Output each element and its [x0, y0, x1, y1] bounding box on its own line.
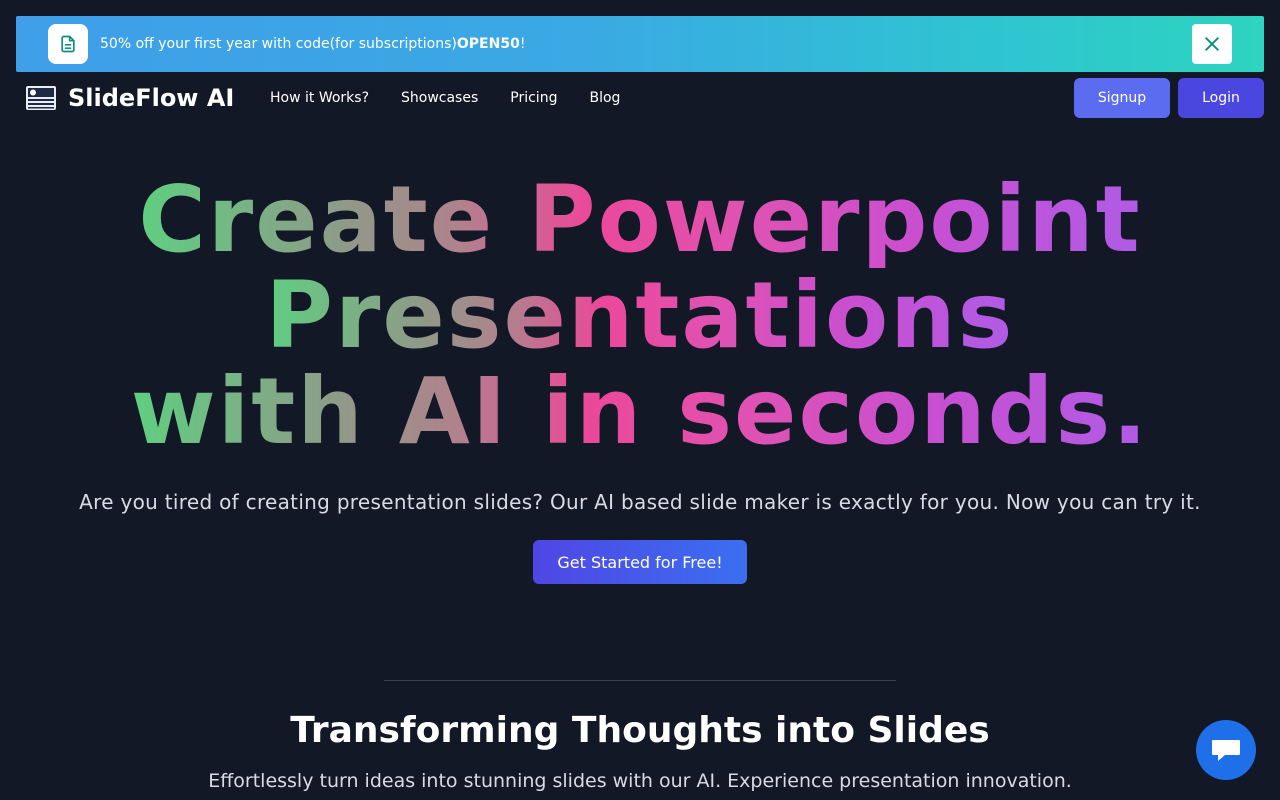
page: 50% off your first year with code(for su… [0, 0, 1280, 800]
nav-how-it-works[interactable]: How it Works? [270, 90, 369, 106]
hero-title-line-1: Create Powerpoint [138, 166, 1142, 273]
section-divider [384, 680, 896, 681]
signup-button[interactable]: Signup [1074, 78, 1170, 118]
nav-blog[interactable]: Blog [589, 90, 620, 106]
slides-logo-icon [26, 86, 56, 110]
promo-suffix: ! [519, 36, 526, 52]
promo-banner: 50% off your first year with code(for su… [16, 16, 1264, 72]
get-started-button[interactable]: Get Started for Free! [533, 540, 747, 584]
nav-showcases[interactable]: Showcases [401, 90, 478, 106]
promo-code: OPEN50 [456, 36, 520, 52]
nav-pricing[interactable]: Pricing [510, 90, 557, 106]
hero-subtitle: Are you tired of creating presentation s… [79, 490, 1201, 514]
hero-title: Create Powerpoint Presentations with AI … [0, 172, 1280, 460]
chat-icon [1212, 740, 1240, 761]
close-banner-button[interactable] [1192, 24, 1232, 64]
brand-link[interactable]: SlideFlow AI [26, 78, 234, 118]
main-nav: How it Works? Showcases Pricing Blog [270, 78, 620, 118]
section-title: Transforming Thoughts into Slides [290, 710, 990, 751]
section-subtitle: Effortlessly turn ideas into stunning sl… [208, 770, 1072, 792]
promo-message: 50% off your first year with code(for su… [100, 36, 457, 52]
promo-text: 50% off your first year with code(for su… [100, 16, 525, 72]
close-icon [1205, 37, 1219, 51]
login-button[interactable]: Login [1178, 78, 1264, 118]
hero-title-line-3: with AI in seconds. [130, 358, 1150, 465]
hero-title-line-2: Presentations [265, 262, 1015, 369]
document-icon [48, 24, 88, 64]
chat-button[interactable] [1196, 720, 1256, 780]
brand-name: SlideFlow AI [68, 84, 235, 112]
